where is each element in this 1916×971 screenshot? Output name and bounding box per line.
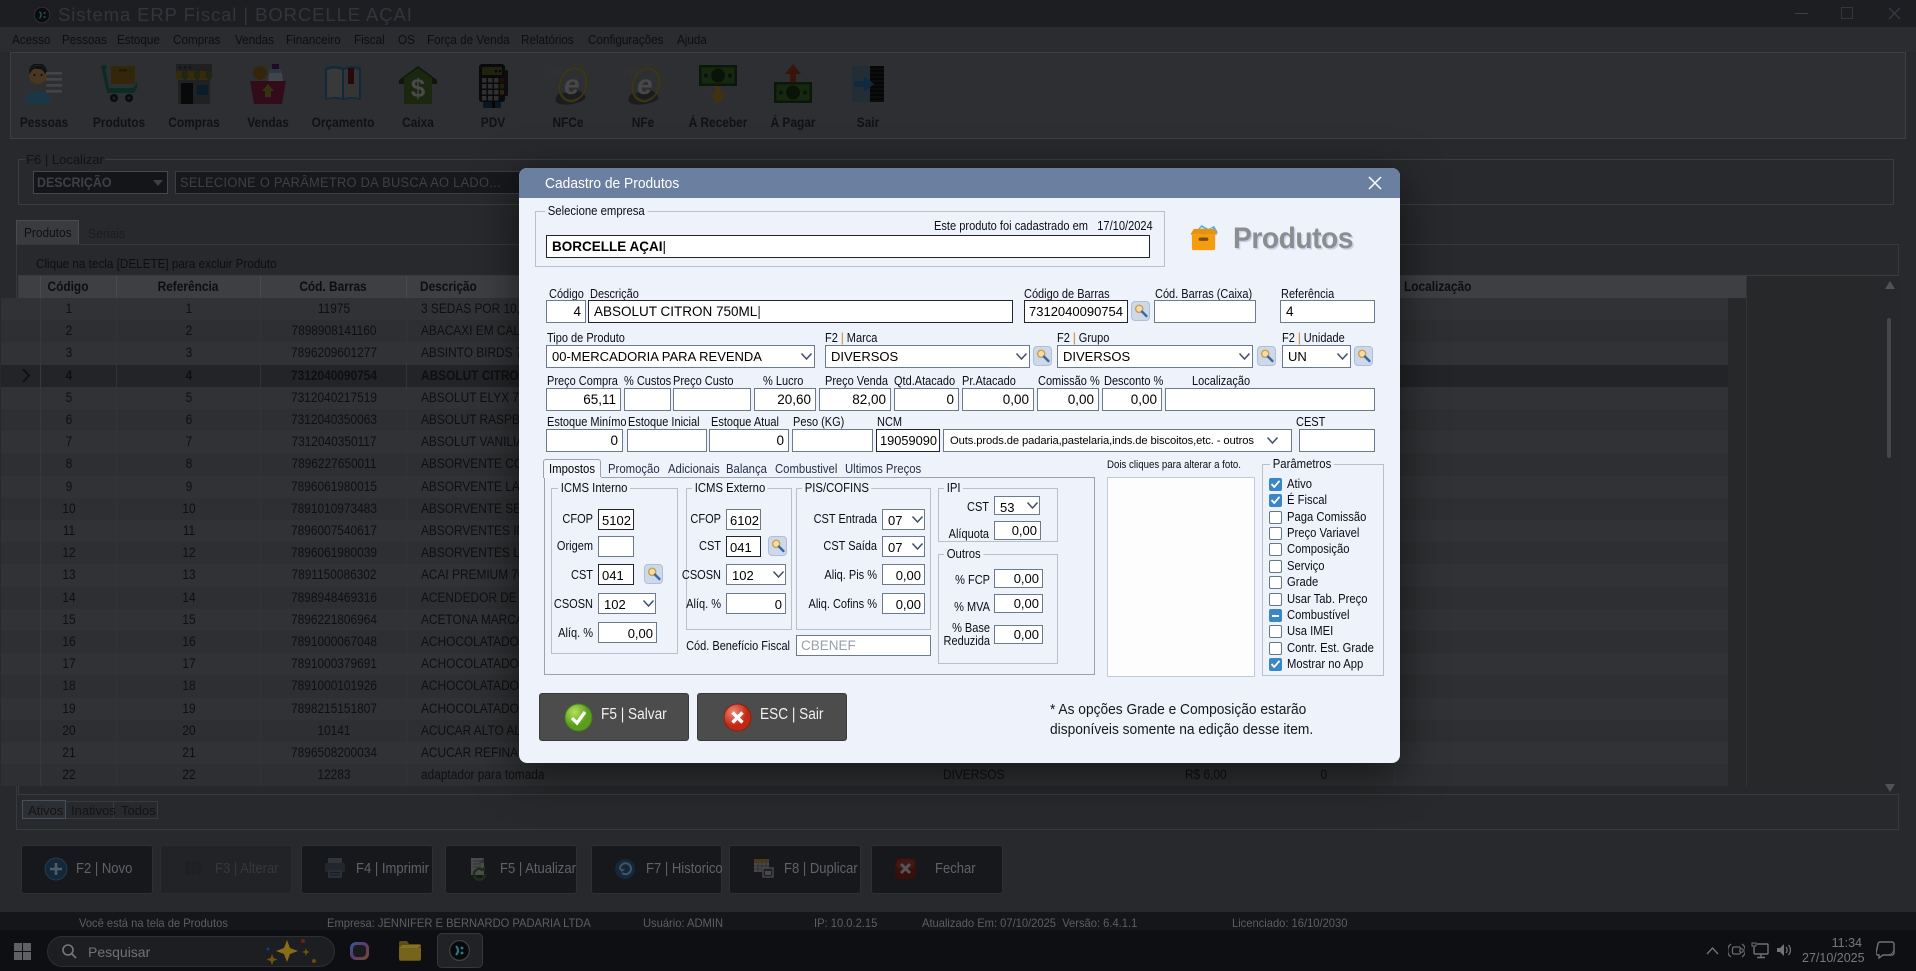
svg-text:e: e	[637, 69, 653, 100]
svg-text:$: $	[411, 73, 426, 103]
svg-text:e: e	[564, 69, 580, 100]
